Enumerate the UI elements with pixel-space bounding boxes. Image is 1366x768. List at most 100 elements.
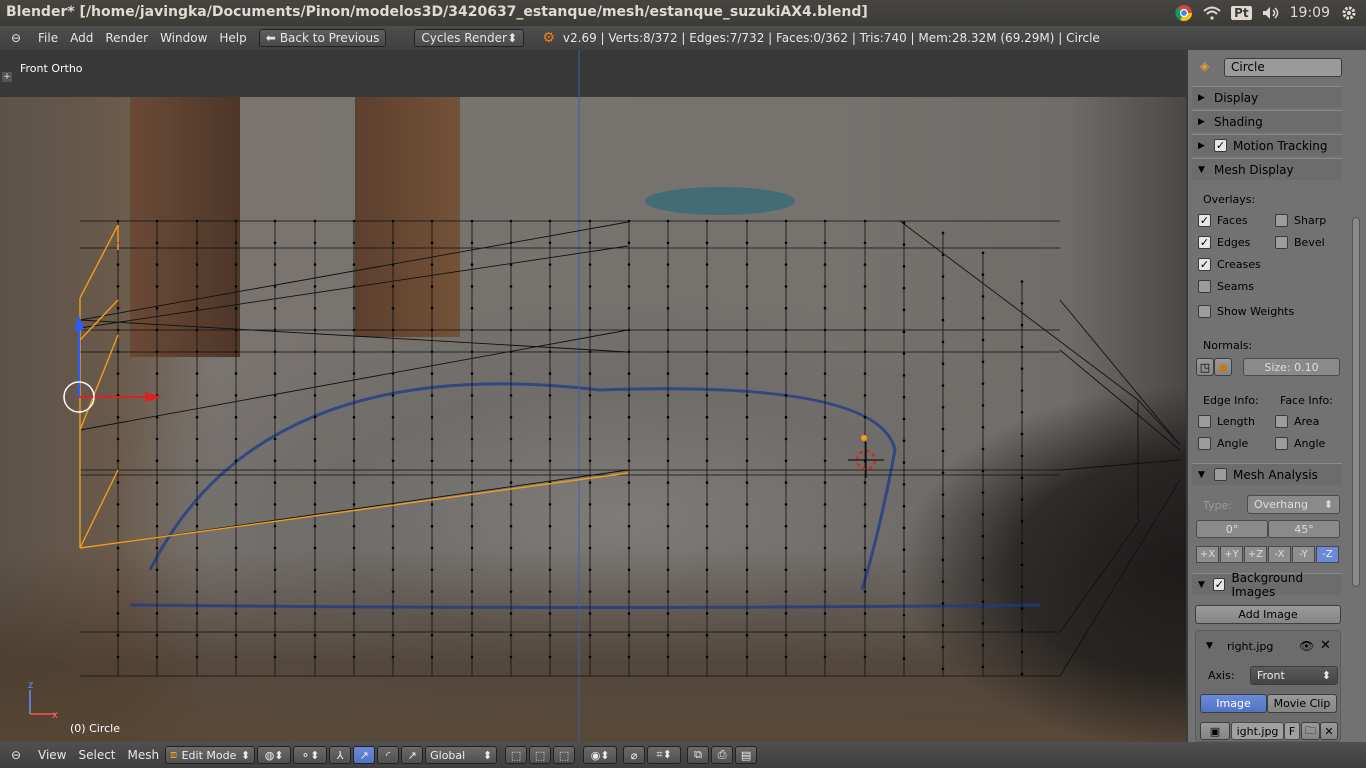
opengl-render-button[interactable]: ⧉ bbox=[687, 746, 710, 764]
checkbox[interactable] bbox=[1275, 415, 1288, 428]
unlink-button[interactable]: ✕ bbox=[1320, 722, 1338, 740]
transform-manipulator[interactable] bbox=[63, 315, 162, 413]
open-file-button[interactable]: 🗀 bbox=[1301, 722, 1320, 740]
scale-manipulator[interactable]: ↗ bbox=[401, 746, 424, 764]
mesh-vertex bbox=[155, 306, 159, 310]
scrollbar-thumb[interactable] bbox=[1352, 217, 1360, 587]
vertex-select-mode[interactable]: ⬚ bbox=[505, 746, 528, 764]
checkbox[interactable] bbox=[1198, 280, 1211, 293]
manipulator-toggle[interactable]: ⅄ bbox=[329, 746, 352, 764]
checkbox[interactable] bbox=[1198, 437, 1211, 450]
snap-element-select[interactable]: ⌗⬍ bbox=[647, 746, 682, 764]
checkbox[interactable]: ✓ bbox=[1198, 258, 1211, 271]
mesh-analysis-checkbox[interactable] bbox=[1214, 468, 1227, 481]
rotate-manipulator[interactable]: ◜ bbox=[377, 746, 400, 764]
vertex-normals-button[interactable]: ◳ bbox=[1196, 358, 1214, 376]
edge-info-angle[interactable]: Angle bbox=[1198, 437, 1248, 450]
overlay-show-weights[interactable]: Show Weights bbox=[1198, 305, 1294, 318]
edge-select-mode[interactable]: ⬚ bbox=[529, 746, 552, 764]
menu-add[interactable]: Add bbox=[64, 31, 99, 45]
fake-user-button[interactable]: F bbox=[1284, 722, 1300, 740]
editor-type-icon[interactable]: ⊖ bbox=[0, 748, 32, 762]
background-images-checkbox[interactable]: ✓ bbox=[1213, 578, 1226, 591]
back-to-previous-button[interactable]: ⬅ Back to Previous bbox=[258, 29, 387, 47]
face-info-area[interactable]: Area bbox=[1275, 415, 1319, 428]
camera-render-button[interactable]: ⎙ bbox=[711, 746, 734, 764]
properties-scrollbar[interactable] bbox=[1352, 57, 1361, 737]
panel-mesh-analysis[interactable]: ▼ Mesh Analysis bbox=[1192, 463, 1342, 485]
axis-plus-y[interactable]: +Y bbox=[1220, 546, 1243, 563]
expanded-arrow-icon[interactable]: ▼ bbox=[1206, 641, 1213, 651]
volume-icon[interactable] bbox=[1262, 4, 1280, 22]
panel-mesh-display[interactable]: ▼ Mesh Display bbox=[1192, 158, 1342, 180]
orientation-select[interactable]: Global ⬍ bbox=[425, 746, 498, 764]
axis-minus-x[interactable]: -X bbox=[1268, 546, 1291, 563]
face-normals-button[interactable]: ◼ bbox=[1214, 358, 1232, 376]
add-image-button[interactable]: Add Image bbox=[1195, 605, 1341, 624]
checkbox[interactable] bbox=[1275, 437, 1288, 450]
object-name-field[interactable]: Circle bbox=[1224, 58, 1342, 77]
checkbox[interactable]: ✓ bbox=[1198, 236, 1211, 249]
shading-select[interactable]: ◍⬍ bbox=[257, 746, 292, 764]
panel-display[interactable]: ▶ Display bbox=[1192, 86, 1342, 108]
wifi-icon[interactable] bbox=[1203, 4, 1221, 22]
overlay-faces[interactable]: ✓ Faces bbox=[1198, 214, 1248, 227]
checkbox[interactable] bbox=[1275, 214, 1288, 227]
gear-icon[interactable] bbox=[1340, 4, 1358, 22]
checkbox[interactable]: ✓ bbox=[1198, 214, 1211, 227]
clock[interactable]: 19:09 bbox=[1290, 5, 1330, 21]
overlay-edges[interactable]: ✓ Edges bbox=[1198, 236, 1250, 249]
menu-file[interactable]: File bbox=[32, 31, 64, 45]
panel-background-images[interactable]: ▼ ✓ Background Images bbox=[1192, 571, 1342, 599]
normals-size-field[interactable]: Size: 0.10 bbox=[1243, 358, 1340, 376]
motion-tracking-checkbox[interactable]: ✓ bbox=[1214, 139, 1227, 152]
menu-mesh[interactable]: Mesh bbox=[122, 748, 166, 762]
image-file-field[interactable]: ight.jpg bbox=[1231, 722, 1284, 740]
translate-manipulator[interactable]: ↗ bbox=[353, 746, 376, 764]
axis-plus-x[interactable]: +X bbox=[1196, 546, 1219, 563]
overlay-creases[interactable]: ✓ Creases bbox=[1198, 258, 1261, 271]
snap-toggle[interactable]: ⌀ bbox=[623, 746, 646, 764]
editor-type-icon[interactable]: ⊖ bbox=[0, 31, 32, 45]
close-icon[interactable]: ✕ bbox=[1320, 638, 1331, 653]
menu-view[interactable]: View bbox=[32, 748, 72, 762]
input-method-indicator[interactable]: Pt bbox=[1231, 6, 1252, 20]
angle-max-field[interactable]: 45° bbox=[1268, 520, 1340, 538]
face-select-mode[interactable]: ⬚ bbox=[553, 746, 576, 764]
mode-select[interactable]: ⧈ Edit Mode ⬍ bbox=[165, 746, 256, 764]
angle-min-field[interactable]: 0° bbox=[1196, 520, 1268, 538]
proportional-edit-select[interactable]: ◉⬍ bbox=[583, 746, 618, 764]
render-engine-select[interactable]: Cycles Render ⬍ bbox=[414, 29, 525, 47]
toolshelf-toggle[interactable]: + bbox=[2, 72, 12, 82]
overlay-sharp[interactable]: Sharp bbox=[1275, 214, 1326, 227]
axis-select[interactable]: Front ⬍ bbox=[1250, 666, 1338, 685]
panel-motion-tracking[interactable]: ▶ ✓ Motion Tracking bbox=[1192, 134, 1342, 156]
updown-icon: ⬍ bbox=[240, 748, 251, 762]
panel-shading[interactable]: ▶ Shading bbox=[1192, 110, 1342, 132]
menu-render[interactable]: Render bbox=[99, 31, 154, 45]
menu-help[interactable]: Help bbox=[213, 31, 252, 45]
checkbox[interactable] bbox=[1198, 305, 1211, 318]
analysis-type-select[interactable]: Overhang ⬍ bbox=[1247, 495, 1340, 514]
menu-select[interactable]: Select bbox=[72, 748, 121, 762]
axis-minus-z[interactable]: -Z bbox=[1316, 546, 1339, 563]
source-movie-clip-button[interactable]: Movie Clip bbox=[1267, 694, 1337, 713]
overlay-bevel[interactable]: Bevel bbox=[1275, 236, 1325, 249]
axis-plus-z[interactable]: +Z bbox=[1244, 546, 1267, 563]
3d-cursor[interactable] bbox=[848, 435, 884, 478]
image-browse-button[interactable]: ▣ bbox=[1200, 722, 1230, 740]
overlay-seams[interactable]: Seams bbox=[1198, 280, 1254, 293]
checkbox[interactable] bbox=[1275, 236, 1288, 249]
animation-render-button[interactable]: ▤ bbox=[735, 746, 758, 764]
edge-info-length[interactable]: Length bbox=[1198, 415, 1255, 428]
pivot-select[interactable]: ⚬⬍ bbox=[293, 746, 328, 764]
eye-icon[interactable]: 👁 bbox=[1299, 639, 1314, 653]
face-info-angle[interactable]: Angle bbox=[1275, 437, 1325, 450]
checkbox[interactable] bbox=[1198, 415, 1211, 428]
3d-viewport[interactable]: Front Ortho + (0) Circle z x bbox=[0, 50, 1186, 742]
chrome-icon[interactable] bbox=[1175, 4, 1193, 22]
source-image-button[interactable]: Image bbox=[1200, 694, 1267, 713]
menu-window[interactable]: Window bbox=[154, 31, 213, 45]
mesh-wireframe[interactable] bbox=[0, 50, 1186, 742]
axis-minus-y[interactable]: -Y bbox=[1292, 546, 1315, 563]
